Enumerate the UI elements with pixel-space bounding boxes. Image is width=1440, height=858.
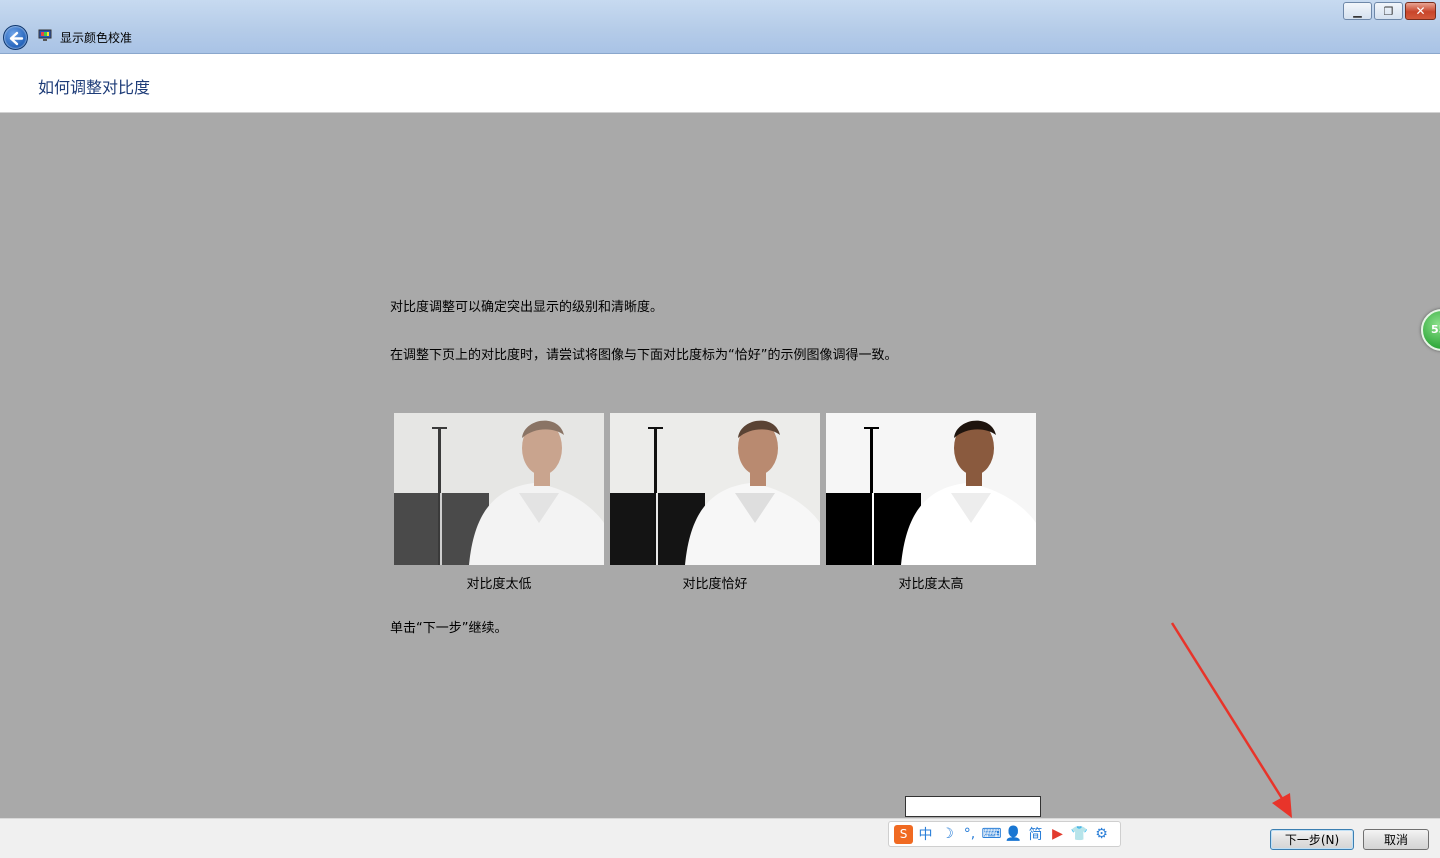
footer-bar: [0, 818, 1440, 858]
sample-high-contrast: 对比度太高: [826, 413, 1036, 592]
simplified-icon[interactable]: 简: [1026, 825, 1045, 844]
cancel-button[interactable]: 取消: [1363, 829, 1429, 850]
floating-assistant-bubble[interactable]: 55: [1421, 309, 1440, 351]
sample-low-contrast: 对比度太低: [394, 413, 604, 592]
sogou-logo-icon[interactable]: S: [894, 824, 913, 844]
continue-instruction: 单击“下一步”继续。: [390, 621, 508, 636]
video-icon[interactable]: ▶: [1048, 825, 1067, 844]
sample-image-good: [610, 413, 820, 565]
contrast-samples: 对比度太低 对比度恰好 对比度太高: [394, 413, 1036, 592]
window-title: 显示颜色校准: [60, 31, 133, 45]
description-text-1: 对比度调整可以确定突出显示的级别和清晰度。: [390, 300, 664, 315]
restore-icon: ❐: [1383, 4, 1394, 18]
sample-caption: 对比度恰好: [682, 577, 748, 592]
sample-image-high: [826, 413, 1036, 565]
back-arrow-icon: [9, 31, 24, 46]
minimize-button[interactable]: ▁: [1343, 2, 1372, 20]
monitor-icon: [38, 29, 52, 41]
bubble-value: 55: [1431, 323, 1440, 336]
page-title: 如何调整对比度: [38, 78, 151, 97]
keyboard-icon[interactable]: ⌨: [981, 825, 1001, 844]
punctuation-icon[interactable]: °,: [960, 825, 979, 844]
next-button[interactable]: 下一步(N): [1270, 829, 1354, 850]
description-text-2: 在调整下页上的对比度时，请尝试将图像与下面对比度标为“恰好”的示例图像调得一致。: [390, 348, 898, 363]
shirt-icon[interactable]: 👕: [1070, 825, 1089, 844]
sample-caption: 对比度太低: [466, 577, 532, 592]
close-icon: ✕: [1415, 4, 1426, 18]
ime-toolbar: S 中 ☽ °, ⌨ 👤 简 ▶ 👕 ⚙: [888, 821, 1121, 847]
sample-caption: 对比度太高: [898, 577, 964, 592]
chinese-mode-icon[interactable]: 中: [916, 825, 935, 844]
settings-icon[interactable]: ⚙: [1092, 825, 1111, 844]
minimize-icon: ▁: [1353, 4, 1362, 18]
ime-composition-box: [905, 796, 1041, 817]
window-titlebar: 显示颜色校准 ▁ ❐ ✕: [0, 0, 1440, 54]
maximize-button[interactable]: ❐: [1374, 2, 1403, 20]
back-button[interactable]: [3, 25, 28, 50]
moon-icon[interactable]: ☽: [938, 825, 957, 844]
close-button[interactable]: ✕: [1405, 2, 1436, 20]
sample-good-contrast: 对比度恰好: [610, 413, 820, 592]
sample-image-low: [394, 413, 604, 565]
user-icon[interactable]: 👤: [1004, 825, 1023, 844]
page-header: 如何调整对比度: [0, 54, 1440, 113]
